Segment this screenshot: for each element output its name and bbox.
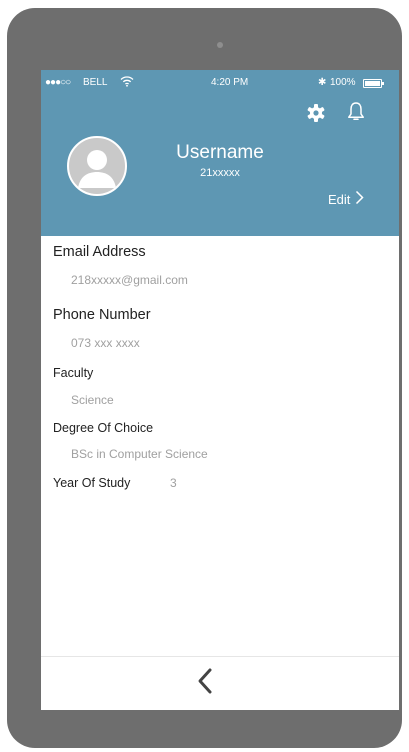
screen: ●●●○○ BELL 4:20 PM ✱ 100% Username 21xxx… <box>41 70 399 710</box>
username: Username <box>176 142 264 163</box>
speaker <box>217 42 223 48</box>
faculty-label: Faculty <box>53 366 94 380</box>
user-avatar-icon[interactable] <box>67 136 127 196</box>
edit-label: Edit <box>328 191 351 207</box>
year-label: Year Of Study <box>53 476 131 490</box>
status-bar: ●●●○○ BELL 4:20 PM ✱ 100% <box>41 75 399 93</box>
phone-value: 073 xxx xxxx <box>71 336 140 350</box>
bluetooth-icon: ✱ <box>318 77 327 88</box>
degree-label: Degree Of Choice <box>53 421 154 435</box>
profile-header: ●●●○○ BELL 4:20 PM ✱ 100% Username 21xxx… <box>41 70 399 236</box>
phone-frame: ●●●○○ BELL 4:20 PM ✱ 100% Username 21xxx… <box>7 8 402 748</box>
carrier-name: BELL <box>83 77 108 88</box>
edit-button[interactable]: Edit <box>328 190 364 208</box>
faculty-value: Science <box>71 393 114 407</box>
battery-icon <box>363 79 384 88</box>
signal-indicator: ●●●○○ <box>45 77 71 88</box>
phone-label: Phone Number <box>53 307 151 323</box>
gear-icon[interactable] <box>306 103 326 128</box>
battery-percentage: 100% <box>330 77 356 88</box>
chevron-left-icon[interactable] <box>196 667 214 700</box>
year-value: 3 <box>170 476 177 490</box>
email-label: Email Address <box>53 244 146 260</box>
degree-value: BSc in Computer Science <box>71 447 208 461</box>
footer-divider <box>41 656 399 657</box>
wifi-icon <box>120 75 134 90</box>
chevron-right-icon <box>355 190 364 208</box>
email-value: 218xxxxx@gmail.com <box>71 273 188 287</box>
bell-icon[interactable] <box>347 101 365 128</box>
status-time: 4:20 PM <box>211 77 249 88</box>
user-id: 21xxxxx <box>200 167 240 179</box>
